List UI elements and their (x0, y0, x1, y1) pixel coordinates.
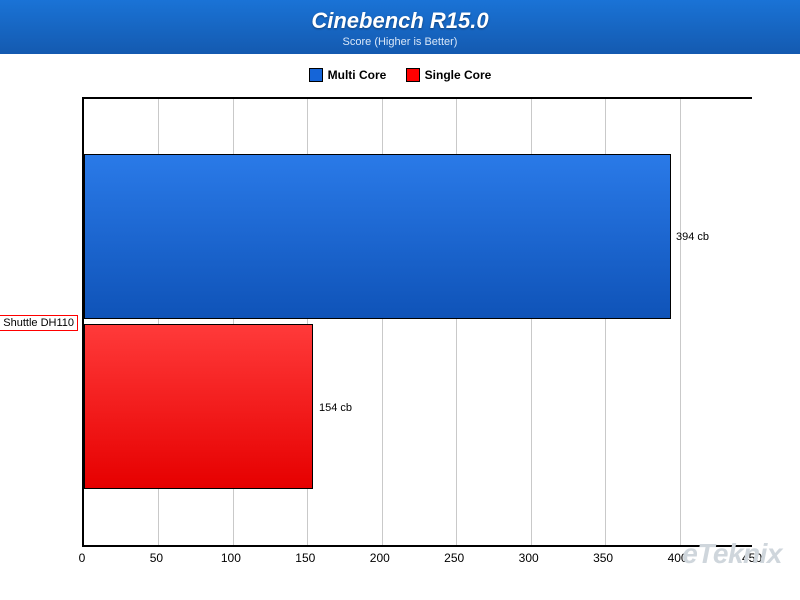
plot-area: 394 cb 154 cb Shuttle DH110 (82, 97, 780, 547)
x-tick: 200 (370, 551, 390, 565)
legend: Multi Core Single Core (0, 54, 800, 93)
y-category-label: Shuttle DH110 (0, 315, 78, 331)
legend-item-single-core: Single Core (406, 68, 492, 82)
x-tick: 100 (221, 551, 241, 565)
chart-subtitle: Score (Higher is Better) (0, 36, 800, 48)
x-axis-ticks: 0 50 100 150 200 250 300 350 400 450 (82, 547, 780, 571)
x-tick: 300 (519, 551, 539, 565)
bar-value-label: 394 cb (676, 231, 709, 243)
bar-single-core (84, 324, 313, 489)
gridline (680, 99, 681, 545)
watermark-logo: eTeknix (682, 538, 782, 570)
chart-header: Cinebench R15.0 Score (Higher is Better) (0, 0, 800, 54)
x-tick: 0 (79, 551, 86, 565)
bar-value-label: 154 cb (319, 402, 352, 414)
legend-swatch-icon (309, 68, 323, 82)
x-tick: 50 (150, 551, 163, 565)
legend-label: Multi Core (328, 68, 387, 82)
bar-multi-core (84, 154, 671, 319)
chart-title: Cinebench R15.0 (0, 8, 800, 34)
legend-item-multi-core: Multi Core (309, 68, 387, 82)
axes-frame: 394 cb 154 cb Shuttle DH110 (82, 97, 752, 547)
x-tick: 350 (593, 551, 613, 565)
legend-label: Single Core (425, 68, 492, 82)
legend-swatch-icon (406, 68, 420, 82)
x-tick: 150 (295, 551, 315, 565)
x-tick: 250 (444, 551, 464, 565)
